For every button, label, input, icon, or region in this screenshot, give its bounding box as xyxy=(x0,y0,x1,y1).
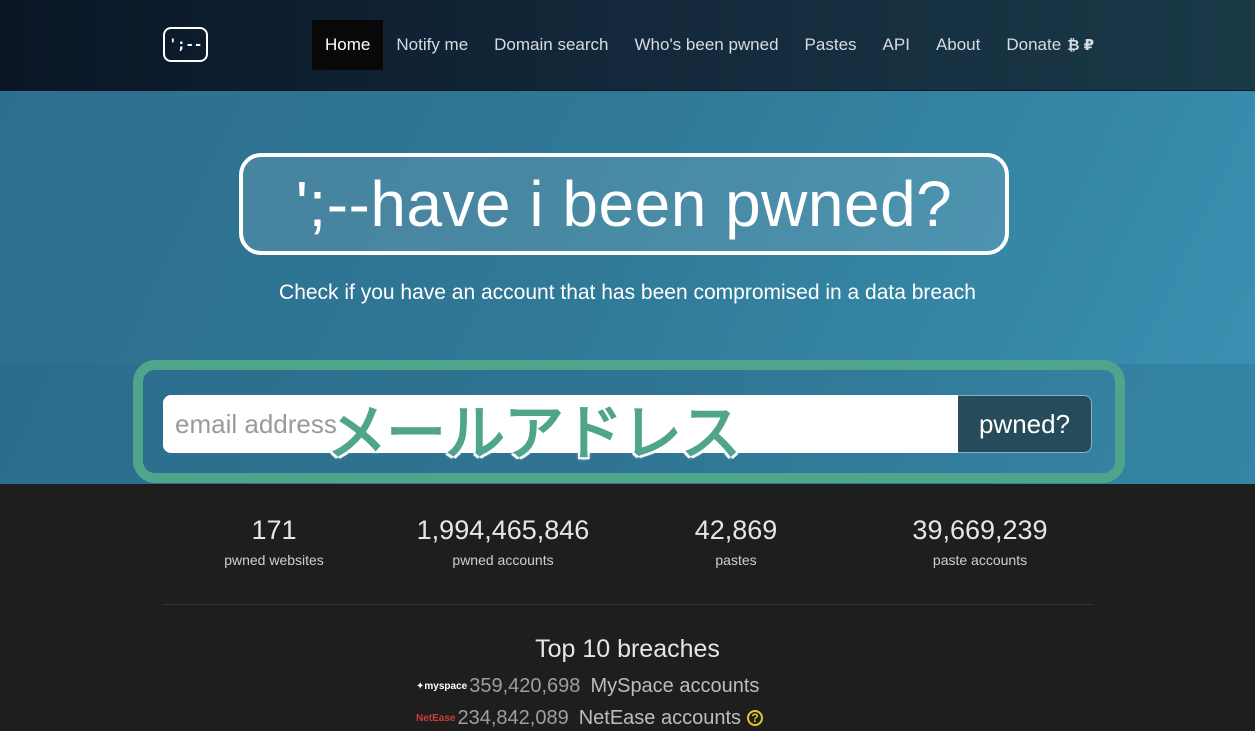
nav-item-donate[interactable]: Donate ₿ ₽ xyxy=(993,20,1107,70)
stat-pwned-accounts: 1,994,465,846 pwned accounts xyxy=(383,515,623,568)
unverified-question-icon[interactable]: ? xyxy=(747,710,764,726)
nav-item-about[interactable]: About xyxy=(923,20,993,70)
stats-row: 171 pwned websites 1,994,465,846 pwned a… xyxy=(163,515,1093,575)
nav-item-api[interactable]: API xyxy=(870,20,923,70)
divider xyxy=(163,604,1093,605)
hero: ';--have i been pwned? Check if you have… xyxy=(0,91,1255,364)
stat-label: pwned websites xyxy=(224,552,324,568)
navbar: ';-- Home Notify me Domain search Who's … xyxy=(0,0,1255,91)
breach-name: MySpace accounts xyxy=(590,674,760,697)
netease-logo-icon: NetEase xyxy=(416,712,456,724)
hero-title: ';--have i been pwned? xyxy=(239,153,1009,255)
stat-value: 42,869 xyxy=(694,515,778,545)
stat-label: pwned accounts xyxy=(452,552,554,568)
hero-subtitle: Check if you have an account that has be… xyxy=(279,281,976,304)
myspace-logo-icon: ✦myspace xyxy=(416,680,468,692)
nav-item-home[interactable]: Home xyxy=(312,20,384,70)
breach-name: NetEase accounts xyxy=(578,706,742,729)
breach-count: 234,842,089 xyxy=(457,706,569,729)
stat-label: paste accounts xyxy=(932,552,1028,568)
nav-item-pastes[interactable]: Pastes xyxy=(792,20,870,70)
site-logo[interactable]: ';-- xyxy=(163,27,208,62)
stat-value: 1,994,465,846 xyxy=(416,515,590,545)
nav-item-whos-been-pwned[interactable]: Who's been pwned xyxy=(621,20,791,70)
stat-label: pastes xyxy=(715,552,757,568)
donate-label: Donate xyxy=(1006,35,1062,54)
stat-pastes: 42,869 pastes xyxy=(616,515,856,568)
stat-value: 39,669,239 xyxy=(912,515,1048,545)
breach-item-myspace[interactable]: ✦myspace 359,420,698 MySpace accounts xyxy=(416,673,759,699)
main-nav: Home Notify me Domain search Who's been … xyxy=(312,20,1107,70)
stat-paste-accounts: 39,669,239 paste accounts xyxy=(860,515,1100,568)
nav-item-notify-me[interactable]: Notify me xyxy=(383,20,481,70)
breach-item-netease[interactable]: NetEase 234,842,089 NetEase accounts ? xyxy=(416,705,764,731)
nav-item-domain-search[interactable]: Domain search xyxy=(481,20,621,70)
top-breaches-title: Top 10 breaches xyxy=(535,635,720,663)
stat-value: 171 xyxy=(251,515,297,545)
annotation-overlay-label: メールアドレス xyxy=(327,399,741,469)
stat-pwned-websites: 171 pwned websites xyxy=(154,515,394,568)
bitcoin-paypal-icon: ₿ ₽ xyxy=(1067,37,1095,54)
breach-count: 359,420,698 xyxy=(469,674,581,697)
